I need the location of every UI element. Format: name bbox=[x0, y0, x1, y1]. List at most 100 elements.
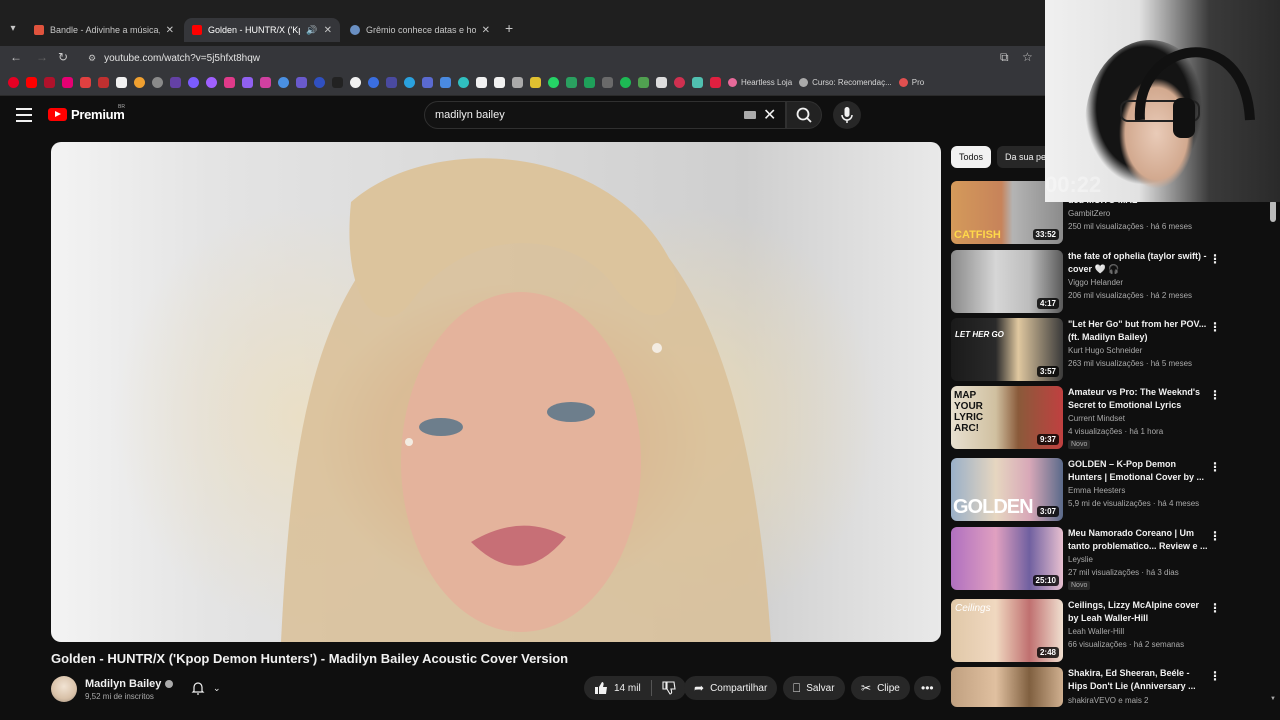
bookmark-icon[interactable] bbox=[62, 77, 73, 88]
whatsapp-bookmark-icon[interactable] bbox=[548, 77, 559, 88]
dislike-button[interactable] bbox=[652, 676, 686, 700]
bookmark-icon[interactable] bbox=[638, 77, 649, 88]
more-actions-button[interactable]: ••• bbox=[914, 676, 941, 700]
video-player[interactable] bbox=[51, 142, 941, 642]
more-vertical-icon[interactable]: ⋮ bbox=[1209, 252, 1221, 266]
search-box[interactable] bbox=[424, 101, 786, 129]
bookmark-icon[interactable] bbox=[512, 77, 523, 88]
recommendation-title[interactable]: Amateur vs Pro: The Weeknd's Secret to E… bbox=[1068, 386, 1208, 412]
bookmark-icon[interactable] bbox=[206, 77, 217, 88]
bookmark-icon[interactable] bbox=[602, 77, 613, 88]
more-vertical-icon[interactable]: ⋮ bbox=[1209, 388, 1221, 402]
twitch-bookmark-icon[interactable] bbox=[170, 77, 181, 88]
bookmark-star-icon[interactable]: ☆ bbox=[1022, 50, 1033, 64]
recommendation-channel[interactable]: Current Mindset bbox=[1068, 414, 1125, 423]
close-tab-icon[interactable]: ✕ bbox=[482, 25, 490, 36]
pinterest-bookmark-icon[interactable] bbox=[8, 77, 19, 88]
forward-arrow-icon[interactable]: → bbox=[36, 50, 48, 64]
tab-bandle[interactable]: Bandle - Adivinhe a música, um ✕ bbox=[26, 18, 182, 42]
close-tab-icon[interactable]: ✕ bbox=[324, 25, 332, 36]
bookmark-icon[interactable] bbox=[80, 77, 91, 88]
keyboard-icon[interactable] bbox=[744, 111, 756, 119]
recommendation-channel[interactable]: Leyslie bbox=[1068, 555, 1093, 564]
bookmark-heartless-loja[interactable]: Heartless Loja bbox=[728, 78, 792, 87]
recommendation-item[interactable]: 25:10 Meu Namorado Coreano | Um tanto pr… bbox=[951, 527, 1241, 599]
recommendation-channel[interactable]: Viggo Helander bbox=[1068, 278, 1123, 287]
more-vertical-icon[interactable]: ⋮ bbox=[1209, 601, 1221, 615]
more-vertical-icon[interactable]: ⋮ bbox=[1209, 529, 1221, 543]
bookmark-icon[interactable] bbox=[350, 77, 361, 88]
scroll-down-arrow-icon[interactable]: ▼ bbox=[1270, 696, 1276, 702]
bookmark-icon[interactable] bbox=[476, 77, 487, 88]
bookmark-icon[interactable] bbox=[368, 77, 379, 88]
recommendation-title[interactable]: Meu Namorado Coreano | Um tanto problema… bbox=[1068, 527, 1208, 553]
bookmark-icon[interactable] bbox=[152, 77, 163, 88]
video-thumbnail[interactable]: LET HER GO 3:57 bbox=[951, 318, 1063, 381]
telegram-bookmark-icon[interactable] bbox=[404, 77, 415, 88]
clip-button[interactable]: ✂ Clipe bbox=[851, 676, 910, 700]
clear-search-icon[interactable]: ✕ bbox=[763, 105, 776, 125]
youtube-premium-logo[interactable]: Premium BR bbox=[48, 104, 125, 122]
recommendation-title[interactable]: Ceilings, Lizzy McAlpine cover by Leah W… bbox=[1068, 599, 1208, 625]
bookmark-icon[interactable] bbox=[386, 77, 397, 88]
tab-search-button[interactable]: ▾ bbox=[6, 22, 20, 36]
share-button[interactable]: ➦ Compartilhar bbox=[684, 676, 778, 700]
recommendation-title[interactable]: Shakira, Ed Sheeran, Beéle - Hips Don't … bbox=[1068, 667, 1208, 693]
bookmark-icon[interactable] bbox=[260, 77, 271, 88]
more-vertical-icon[interactable]: ⋮ bbox=[1209, 669, 1221, 683]
recommendation-title[interactable]: GOLDEN – K-Pop Demon Hunters | Emotional… bbox=[1068, 458, 1208, 484]
voice-search-button[interactable] bbox=[833, 101, 861, 129]
avatar[interactable] bbox=[51, 676, 77, 702]
tab-gremio[interactable]: Grêmio conhece datas e horári ✕ bbox=[342, 18, 498, 42]
bookmark-icon[interactable] bbox=[278, 77, 289, 88]
bookmark-icon[interactable] bbox=[224, 77, 235, 88]
save-button[interactable]: ⎕ Salvar bbox=[783, 676, 845, 700]
channel-name[interactable]: Madilyn Bailey bbox=[85, 678, 161, 690]
bookmark-icon[interactable] bbox=[242, 77, 253, 88]
reload-icon[interactable]: ↻ bbox=[58, 50, 68, 64]
speaker-icon[interactable]: 🔊 bbox=[306, 25, 317, 36]
youtube-bookmark-icon[interactable] bbox=[26, 77, 37, 88]
recommendation-title[interactable]: the fate of ophelia (taylor swift) - cov… bbox=[1068, 250, 1208, 276]
video-thumbnail[interactable]: GOLDEN 3:07 bbox=[951, 458, 1063, 521]
bookmark-icon[interactable] bbox=[134, 77, 145, 88]
bookmark-icon[interactable] bbox=[422, 77, 433, 88]
more-vertical-icon[interactable]: ⋮ bbox=[1209, 460, 1221, 474]
bookmark-icon[interactable] bbox=[314, 77, 325, 88]
recommendation-item[interactable]: 4:17 the fate of ophelia (taylor swift) … bbox=[951, 250, 1241, 314]
notifications-button[interactable]: ⌄ bbox=[185, 676, 231, 700]
recommendation-item[interactable]: MAP YOUR LYRIC ARC! 9:37 Amateur vs Pro:… bbox=[951, 386, 1241, 458]
recommendation-channel[interactable]: Emma Heesters bbox=[1068, 486, 1125, 495]
search-input[interactable] bbox=[435, 109, 735, 121]
bookmark-icon[interactable] bbox=[530, 77, 541, 88]
recommendation-channel[interactable]: Kurt Hugo Schneider bbox=[1068, 346, 1142, 355]
bookmark-icon[interactable] bbox=[440, 77, 451, 88]
bookmark-icon[interactable] bbox=[458, 77, 469, 88]
bookmark-icon[interactable] bbox=[566, 77, 577, 88]
bookmark-icon[interactable] bbox=[296, 77, 307, 88]
video-thumbnail[interactable] bbox=[951, 667, 1063, 707]
bookmark-icon[interactable] bbox=[710, 77, 721, 88]
scrollbar-thumb[interactable] bbox=[1270, 200, 1276, 222]
like-button[interactable]: 14 mil bbox=[584, 676, 651, 700]
bookmark-icon[interactable] bbox=[188, 77, 199, 88]
bookmark-icon[interactable] bbox=[116, 77, 127, 88]
recommendation-item[interactable]: Shakira, Ed Sheeran, Beéle - Hips Don't … bbox=[951, 667, 1241, 707]
recommendation-title[interactable]: "Let Her Go" but from her POV... (ft. Ma… bbox=[1068, 318, 1208, 344]
close-tab-icon[interactable]: ✕ bbox=[166, 25, 174, 36]
bookmark-icon[interactable] bbox=[494, 77, 505, 88]
bookmark-pro[interactable]: Pro bbox=[898, 78, 924, 87]
bookmark-icon[interactable] bbox=[692, 77, 703, 88]
chip-todos[interactable]: Todos bbox=[951, 146, 992, 168]
video-thumbnail[interactable]: Ceilings 2:48 bbox=[951, 599, 1063, 662]
back-arrow-icon[interactable]: ← bbox=[10, 50, 22, 64]
recommendation-item[interactable]: LET HER GO 3:57 "Let Her Go" but from he… bbox=[951, 318, 1241, 382]
bookmark-icon[interactable] bbox=[332, 77, 343, 88]
url-field[interactable]: ⚙ youtube.com/watch?v=5j5hfxt8hqw bbox=[80, 48, 1040, 68]
recommendation-channel[interactable]: Leah Waller-Hill bbox=[1068, 627, 1124, 636]
spotify-bookmark-icon[interactable] bbox=[620, 77, 631, 88]
recommendation-channel[interactable]: GambitZero bbox=[1068, 209, 1110, 218]
bookmark-icon[interactable] bbox=[584, 77, 595, 88]
recommendation-channel[interactable]: shakiraVEVO bbox=[1068, 696, 1116, 705]
video-thumbnail[interactable]: 25:10 bbox=[951, 527, 1063, 590]
